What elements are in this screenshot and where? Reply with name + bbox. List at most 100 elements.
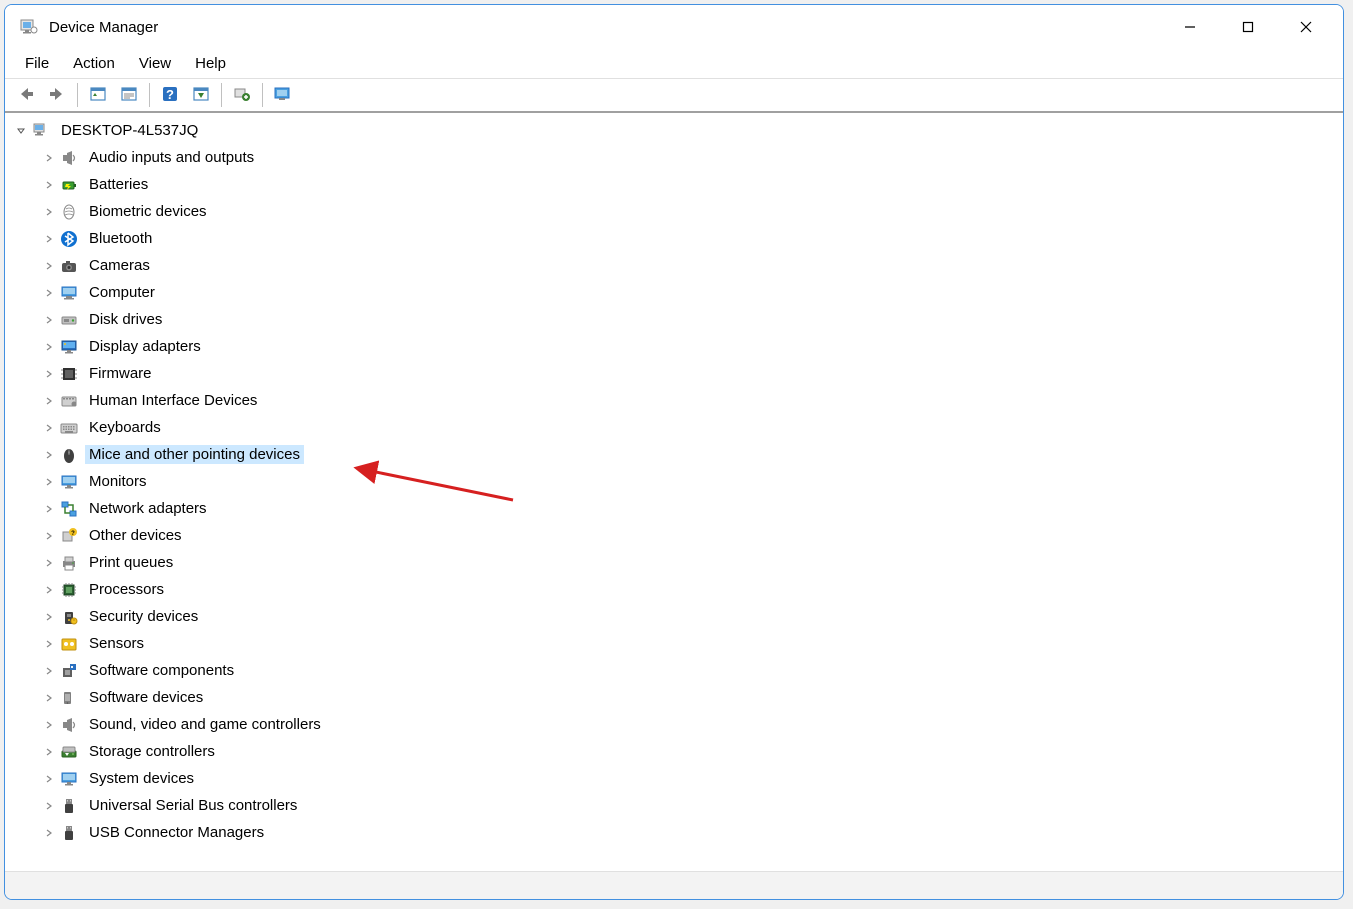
- tree-category-node[interactable]: Sensors: [39, 630, 1337, 657]
- chevron-right-icon[interactable]: [41, 798, 57, 814]
- chevron-right-icon[interactable]: [41, 717, 57, 733]
- chevron-right-icon[interactable]: [41, 690, 57, 706]
- toolbar-show-hidden-button[interactable]: [83, 81, 113, 109]
- chevron-right-icon[interactable]: [41, 366, 57, 382]
- devices-icon: [273, 85, 293, 106]
- app-icon: [19, 17, 39, 37]
- tree-category-node[interactable]: Processors: [39, 576, 1337, 603]
- menu-file[interactable]: File: [13, 51, 61, 76]
- toolbar-devices-printers-button[interactable]: [268, 81, 298, 109]
- toolbar-properties-button[interactable]: [114, 81, 144, 109]
- chevron-right-icon[interactable]: [41, 339, 57, 355]
- window-title: Device Manager: [49, 19, 1161, 36]
- tree-category-node[interactable]: Human Interface Devices: [39, 387, 1337, 414]
- tree-category-node[interactable]: Firmware: [39, 360, 1337, 387]
- close-button[interactable]: [1277, 7, 1335, 47]
- chevron-right-icon[interactable]: [41, 744, 57, 760]
- tree-category-node[interactable]: Biometric devices: [39, 198, 1337, 225]
- storage-icon: [59, 742, 79, 762]
- arrow-right-icon: [48, 85, 66, 106]
- tree-category-node[interactable]: Computer: [39, 279, 1337, 306]
- tree-category-node[interactable]: Network adapters: [39, 495, 1337, 522]
- tree-category-node[interactable]: Software components: [39, 657, 1337, 684]
- scan-icon: [192, 85, 210, 106]
- tree-root-label: DESKTOP-4L537JQ: [57, 121, 202, 140]
- help-icon: ?: [161, 85, 179, 106]
- toolbar: ?: [5, 79, 1343, 113]
- chevron-right-icon[interactable]: [41, 447, 57, 463]
- tree-category-node[interactable]: ?Other devices: [39, 522, 1337, 549]
- tree-category-label: Security devices: [85, 607, 202, 626]
- tree-category-node[interactable]: Monitors: [39, 468, 1337, 495]
- tree-category-node[interactable]: Batteries: [39, 171, 1337, 198]
- chevron-right-icon[interactable]: [41, 528, 57, 544]
- chevron-right-icon[interactable]: [41, 258, 57, 274]
- chevron-down-icon[interactable]: [13, 123, 29, 139]
- tree-category-node[interactable]: Disk drives: [39, 306, 1337, 333]
- menu-view[interactable]: View: [127, 51, 183, 76]
- tree-category-node[interactable]: Sound, video and game controllers: [39, 711, 1337, 738]
- chevron-right-icon[interactable]: [41, 825, 57, 841]
- toolbar-help-button[interactable]: ?: [155, 81, 185, 109]
- computer-root-icon: [31, 121, 51, 141]
- chevron-right-icon[interactable]: [41, 312, 57, 328]
- chevron-right-icon[interactable]: [41, 231, 57, 247]
- tree-category-node[interactable]: Cameras: [39, 252, 1337, 279]
- tree-category-node[interactable]: USB Connector Managers: [39, 819, 1337, 846]
- tree-category-node[interactable]: Mice and other pointing devices: [39, 441, 1337, 468]
- chevron-right-icon[interactable]: [41, 285, 57, 301]
- maximize-button[interactable]: [1219, 7, 1277, 47]
- toolbar-scan-button[interactable]: [186, 81, 216, 109]
- toolbar-separator: [262, 83, 263, 107]
- camera-icon: [59, 256, 79, 276]
- biometric-icon: [59, 202, 79, 222]
- menu-action[interactable]: Action: [61, 51, 127, 76]
- tree-category-label: Sensors: [85, 634, 148, 653]
- tree-category-label: Storage controllers: [85, 742, 219, 761]
- chevron-right-icon[interactable]: [41, 609, 57, 625]
- chevron-right-icon[interactable]: [41, 420, 57, 436]
- minimize-button[interactable]: [1161, 7, 1219, 47]
- tree-root-node[interactable]: DESKTOP-4L537JQ: [11, 117, 1337, 144]
- toolbar-forward-button[interactable]: [42, 81, 72, 109]
- tree-category-node[interactable]: System devices: [39, 765, 1337, 792]
- chevron-right-icon[interactable]: [41, 501, 57, 517]
- device-tree[interactable]: DESKTOP-4L537JQ Audio inputs and outputs…: [5, 113, 1343, 871]
- tree-category-node[interactable]: Software devices: [39, 684, 1337, 711]
- tree-category-node[interactable]: Print queues: [39, 549, 1337, 576]
- hid-icon: [59, 391, 79, 411]
- toolbar-add-device-button[interactable]: [227, 81, 257, 109]
- show-hidden-icon: [89, 85, 107, 106]
- computer-icon: [59, 283, 79, 303]
- tree-category-label: USB Connector Managers: [85, 823, 268, 842]
- tree-category-node[interactable]: Security devices: [39, 603, 1337, 630]
- keyboard-icon: [59, 418, 79, 438]
- system-icon: [59, 769, 79, 789]
- tree-category-label: Firmware: [85, 364, 156, 383]
- chevron-right-icon[interactable]: [41, 393, 57, 409]
- properties-icon: [120, 85, 138, 106]
- chevron-right-icon[interactable]: [41, 663, 57, 679]
- toolbar-back-button[interactable]: [11, 81, 41, 109]
- tree-category-label: Display adapters: [85, 337, 205, 356]
- device-manager-window: Device Manager File Action View Help: [4, 4, 1344, 900]
- tree-category-node[interactable]: Storage controllers: [39, 738, 1337, 765]
- window-controls: [1161, 7, 1335, 47]
- tree-category-label: Cameras: [85, 256, 154, 275]
- tree-category-node[interactable]: Universal Serial Bus controllers: [39, 792, 1337, 819]
- chevron-right-icon[interactable]: [41, 636, 57, 652]
- chevron-right-icon[interactable]: [41, 474, 57, 490]
- chevron-right-icon[interactable]: [41, 150, 57, 166]
- chevron-right-icon[interactable]: [41, 177, 57, 193]
- sound-icon: [59, 715, 79, 735]
- tree-category-node[interactable]: Audio inputs and outputs: [39, 144, 1337, 171]
- chevron-right-icon[interactable]: [41, 771, 57, 787]
- other-icon: ?: [59, 526, 79, 546]
- chevron-right-icon[interactable]: [41, 582, 57, 598]
- tree-category-node[interactable]: Bluetooth: [39, 225, 1337, 252]
- tree-category-node[interactable]: Display adapters: [39, 333, 1337, 360]
- chevron-right-icon[interactable]: [41, 204, 57, 220]
- chevron-right-icon[interactable]: [41, 555, 57, 571]
- tree-category-node[interactable]: Keyboards: [39, 414, 1337, 441]
- menu-help[interactable]: Help: [183, 51, 238, 76]
